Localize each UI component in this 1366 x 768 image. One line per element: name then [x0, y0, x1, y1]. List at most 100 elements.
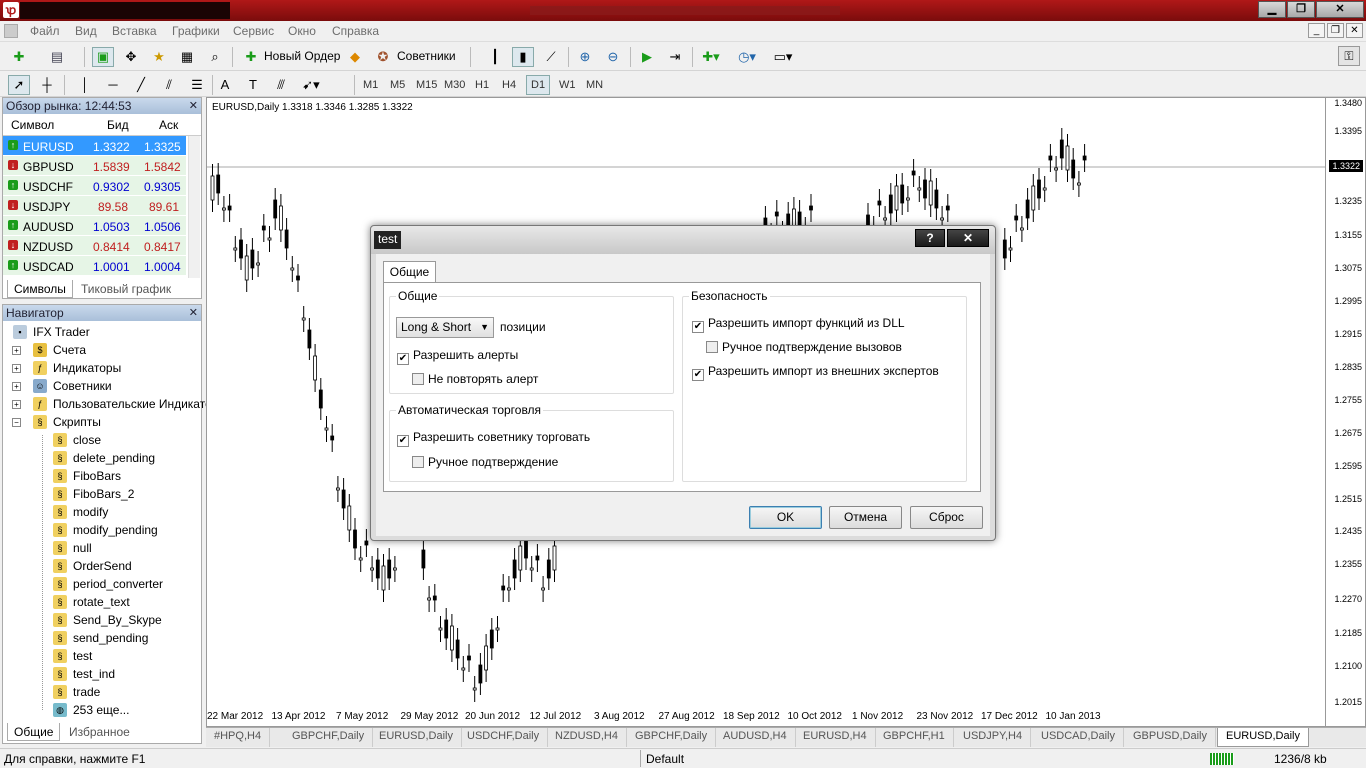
collapse-icon[interactable]: − — [12, 418, 21, 427]
metaeditor-icon[interactable]: ◆ — [344, 47, 366, 67]
market-watch-row[interactable]: ↑ AUDUSD 1.0503 1.0506 — [3, 216, 186, 236]
menu-tools[interactable]: Сервис — [233, 24, 274, 38]
market-watch-row[interactable]: ↑ EURUSD 1.3322 1.3325 — [3, 136, 186, 156]
timeframe-m30[interactable]: M30 — [439, 75, 470, 95]
nav-script-item[interactable]: § modify — [53, 503, 108, 521]
profiles-icon[interactable]: ▤ — [46, 47, 68, 67]
nav-script-item[interactable]: § period_converter — [53, 575, 163, 593]
mdi-close-button[interactable]: ✕ — [1346, 23, 1363, 38]
positions-select[interactable]: Long & Short ▼ — [396, 317, 494, 338]
menu-view[interactable]: Вид — [75, 24, 97, 38]
allow-alerts-checkbox[interactable]: ✔ Разрешить алерты — [397, 348, 518, 365]
market-watch-scrollbar[interactable] — [188, 136, 200, 278]
nav-script-item[interactable]: ◍ 253 еще... — [53, 701, 129, 719]
no-repeat-alert-checkbox[interactable]: Не повторять алерт — [412, 372, 538, 386]
navigator-icon[interactable]: ✥ — [120, 47, 142, 67]
chart-tab[interactable]: #HPQ,H4 — [206, 728, 271, 747]
manual-calls-checkbox[interactable]: Ручное подтверждение вызовов — [706, 340, 902, 354]
zoom-in-icon[interactable]: ⊕ — [574, 47, 596, 67]
expand-icon[interactable]: + — [12, 382, 21, 391]
market-watch-row[interactable]: ↑ USDCAD 1.0001 1.0004 — [3, 256, 186, 276]
nav-root[interactable]: ▪ IFX Trader — [13, 323, 90, 341]
channel-icon[interactable]: ⫽ — [158, 75, 180, 95]
nav-scripts[interactable]: − § Скрипты — [12, 413, 101, 431]
chart-tab[interactable]: GBPUSD,Daily — [1125, 728, 1216, 747]
favorites-icon[interactable]: ★ — [148, 47, 170, 67]
lock-icon[interactable]: ⚿ — [1338, 46, 1360, 66]
crosshair-icon[interactable]: ┼ — [36, 75, 58, 95]
nav-script-item[interactable]: § FiboBars_2 — [53, 485, 134, 503]
help-button[interactable]: ? — [915, 229, 945, 247]
nav-script-item[interactable]: § OrderSend — [53, 557, 132, 575]
text-icon[interactable]: A — [214, 75, 236, 95]
timeframe-h4[interactable]: H4 — [497, 75, 521, 95]
expand-icon[interactable]: + — [12, 400, 21, 409]
arrows-icon[interactable]: ➹▾ — [300, 75, 322, 95]
market-watch-row[interactable]: ↓ NZDUSD 0.8414 0.8417 — [3, 236, 186, 256]
text-label-icon[interactable]: T — [242, 75, 264, 95]
nav-script-item[interactable]: § test_ind — [53, 665, 115, 683]
chart-tab[interactable]: USDJPY,H4 — [955, 728, 1032, 747]
tab-favorites[interactable]: Избранное — [63, 723, 136, 741]
close-icon[interactable]: ✕ — [189, 305, 198, 321]
indicators-icon[interactable]: ✚▾ — [700, 47, 722, 67]
chart-shift-icon[interactable]: ⇥ — [664, 47, 686, 67]
experts-icon[interactable]: ✪ — [372, 47, 394, 67]
tab-tick-chart[interactable]: Тиковый график — [75, 280, 177, 298]
timeframe-m1[interactable]: M1 — [358, 75, 383, 95]
menu-insert[interactable]: Вставка — [112, 24, 157, 38]
chart-tab[interactable]: NZDUSD,H4 — [547, 728, 627, 747]
terminal-icon[interactable]: ▦ — [176, 47, 198, 67]
timeframe-mn[interactable]: MN — [581, 75, 608, 95]
doc-icon[interactable] — [4, 24, 18, 38]
market-watch-row[interactable]: ↓ USDJPY 89.58 89.61 — [3, 196, 186, 216]
experts-button[interactable]: Советники — [397, 49, 456, 63]
nav-script-item[interactable]: § test — [53, 647, 92, 665]
nav-script-item[interactable]: § trade — [53, 683, 100, 701]
market-watch-row[interactable]: ↑ USDCHF 0.9302 0.9305 — [3, 176, 186, 196]
chart-tab[interactable]: USDCAD,Daily — [1033, 728, 1124, 747]
zoom-out-icon[interactable]: ⊖ — [602, 47, 624, 67]
reset-button[interactable]: Сброс — [910, 506, 983, 529]
nav-experts[interactable]: + ☺ Советники — [12, 377, 112, 395]
col-bid[interactable]: Бид — [107, 118, 129, 132]
chart-tab[interactable]: USDCHF,Daily — [459, 728, 549, 747]
market-watch-row[interactable]: ↓ GBPUSD 1.5839 1.5842 — [3, 156, 186, 176]
close-icon[interactable]: ✕ — [189, 98, 198, 114]
allow-external-checkbox[interactable]: ✔ Разрешить импорт из внешних экспертов — [692, 364, 939, 381]
tester-icon[interactable]: ⌕ — [204, 47, 226, 67]
mdi-minimize-button[interactable]: _ — [1308, 23, 1325, 38]
nav-custom-indicators[interactable]: + ƒ Пользовательские Индикаторы — [12, 395, 227, 413]
col-symbol[interactable]: Символ — [11, 118, 54, 132]
chart-tab[interactable]: AUDUSD,H4 — [715, 728, 796, 747]
new-order-icon[interactable]: ✚ — [240, 47, 262, 67]
market-watch-icon[interactable]: ▣ — [92, 47, 114, 67]
new-chart-icon[interactable]: ✚ — [8, 47, 30, 67]
menu-file[interactable]: Файл — [30, 24, 60, 38]
chart-tab[interactable]: GBPCHF,Daily — [284, 728, 374, 747]
candlestick-icon[interactable]: ▮ — [512, 47, 534, 67]
nav-script-item[interactable]: § delete_pending — [53, 449, 155, 467]
fibo-icon[interactable]: ☰ — [186, 75, 208, 95]
timeframe-m5[interactable]: M5 — [385, 75, 410, 95]
expand-icon[interactable]: + — [12, 364, 21, 373]
trendline-icon[interactable]: ╱ — [130, 75, 152, 95]
mdi-restore-button[interactable]: ❐ — [1327, 23, 1344, 38]
col-ask[interactable]: Аск — [159, 118, 178, 132]
manual-confirm-checkbox[interactable]: Ручное подтверждение — [412, 455, 558, 469]
chart-tab[interactable]: EURUSD,Daily — [1217, 728, 1309, 747]
vertical-line-icon[interactable]: │ — [74, 75, 96, 95]
nav-script-item[interactable]: § rotate_text — [53, 593, 130, 611]
templates-icon[interactable]: ▭▾ — [772, 47, 794, 67]
timeframe-h1[interactable]: H1 — [470, 75, 494, 95]
cursor-icon[interactable]: ➚ — [8, 75, 30, 95]
tab-symbols[interactable]: Символы — [7, 280, 73, 298]
minimize-button[interactable]: ▁ — [1258, 1, 1286, 18]
new-order-button[interactable]: Новый Ордер — [264, 49, 340, 63]
line-chart-icon[interactable]: ⟋ — [540, 47, 562, 67]
periods-icon[interactable]: ◷▾ — [736, 47, 758, 67]
ok-button[interactable]: OK — [749, 506, 822, 529]
nav-script-item[interactable]: § close — [53, 431, 101, 449]
allow-dll-checkbox[interactable]: ✔ Разрешить импорт функций из DLL — [692, 316, 905, 333]
menu-window[interactable]: Окно — [288, 24, 316, 38]
